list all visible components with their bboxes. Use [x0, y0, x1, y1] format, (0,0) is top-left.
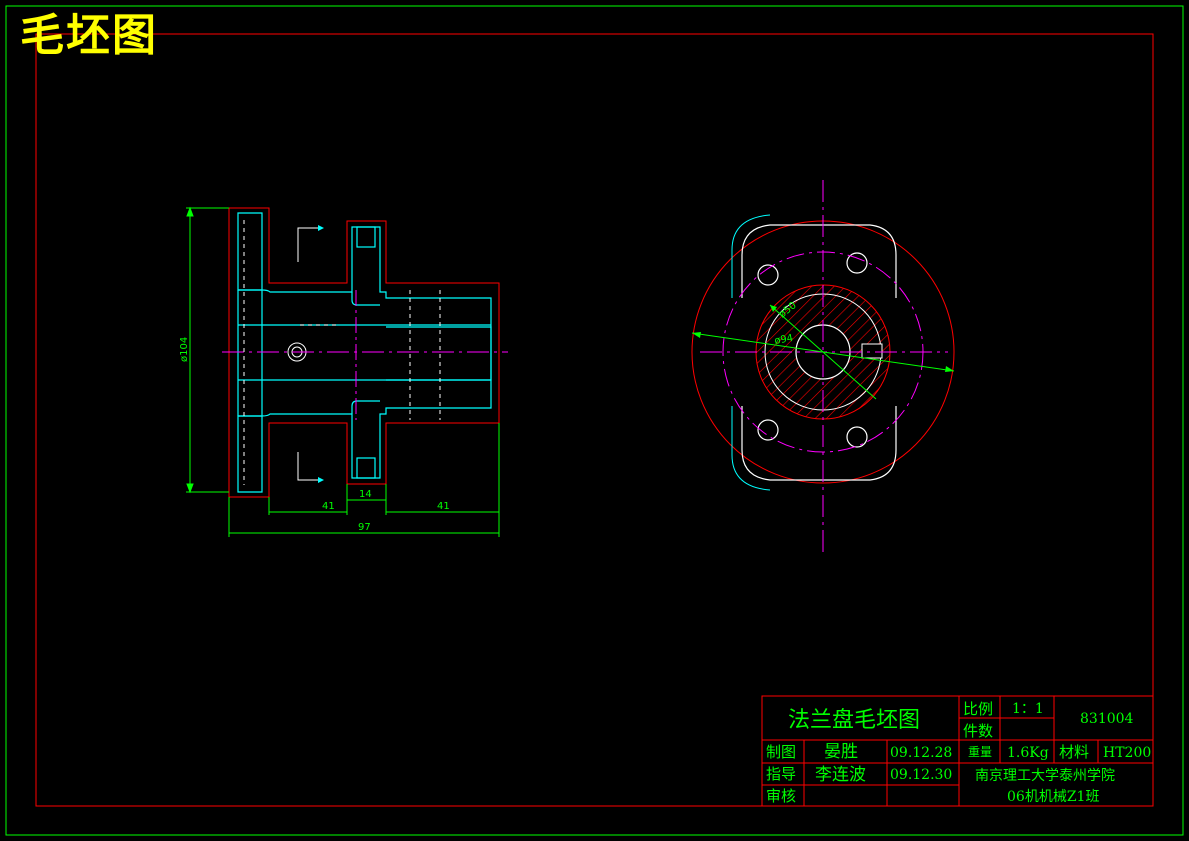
page-title: 毛坯图	[20, 10, 158, 61]
part-body	[238, 226, 492, 381]
dim-len-mid: 14	[359, 489, 372, 500]
tb-scale-label: 比例	[963, 700, 993, 718]
tb-drawn-date: 09.12.28	[890, 745, 952, 761]
tb-review-label: 审核	[766, 787, 796, 805]
tb-weight-value: 1.6Kg	[1007, 745, 1049, 761]
tb-guide-date: 09.12.30	[890, 767, 952, 783]
tb-guide-label: 指导	[766, 765, 796, 783]
tb-weight-label: 重量	[968, 745, 992, 759]
bolt-hole	[846, 426, 868, 448]
side-dimensions	[186, 206, 500, 537]
tb-qty-label: 件数	[963, 722, 993, 740]
tb-material-value: HT200	[1103, 745, 1151, 761]
tb-school: 南京理工大学泰州学院	[975, 768, 1115, 784]
tb-drawing-number: 831004	[1080, 711, 1134, 727]
tb-class-name: 06机机械Z1班	[1007, 789, 1099, 805]
drawing-canvas: ø104 41 14 41 97 ø50 ø94 法兰盘毛坯图 比例 1：1 件…	[5, 5, 1184, 836]
dim-diameter-left: ø104	[179, 337, 190, 362]
tb-guide-name: 李连波	[815, 765, 866, 785]
tb-drawn-name: 晏胜	[824, 742, 858, 762]
tb-drawing-name: 法兰盘毛坯图	[788, 708, 920, 733]
drawing-frame	[35, 33, 1154, 807]
dim-len-total: 97	[358, 522, 371, 533]
dim-len-left: 41	[322, 501, 335, 512]
tb-scale-value: 1：1	[1012, 701, 1044, 717]
side-view	[222, 207, 508, 498]
part-body-lower	[238, 326, 492, 479]
tb-drawn-label: 制图	[766, 743, 796, 761]
front-view	[691, 180, 955, 556]
sheet-border	[5, 5, 1184, 836]
dim-len-right: 41	[437, 501, 450, 512]
tb-material-label: 材料	[1059, 743, 1089, 761]
